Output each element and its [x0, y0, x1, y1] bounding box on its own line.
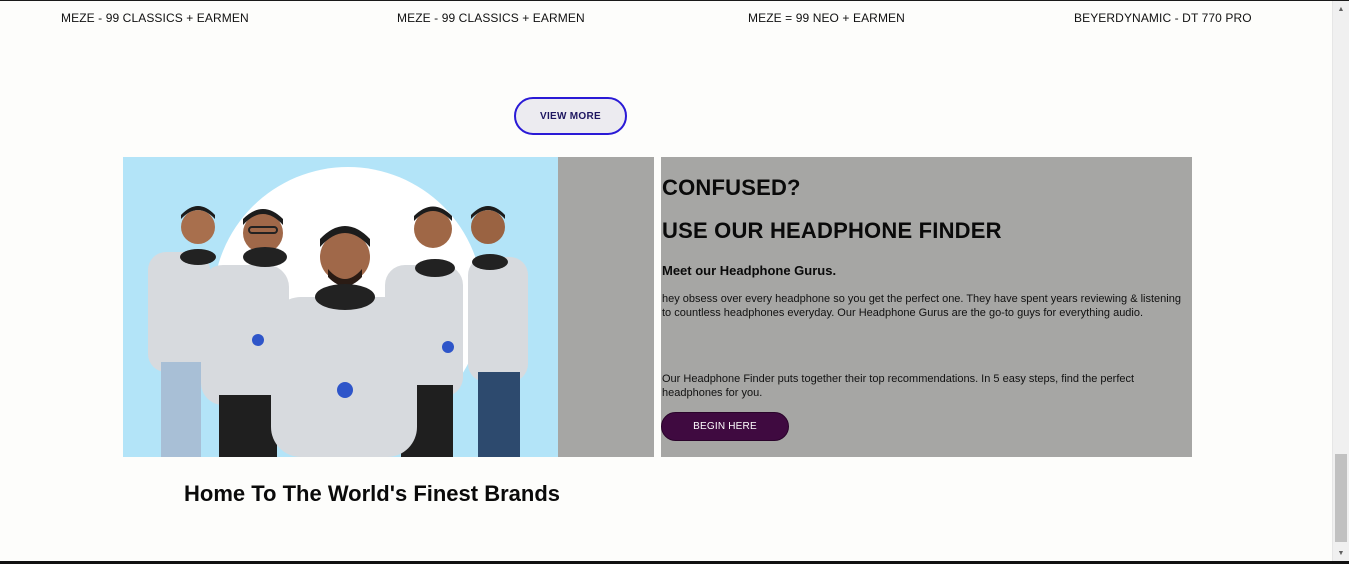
scroll-up-arrow-icon[interactable]: ▲ [1333, 1, 1349, 18]
view-more-button[interactable]: VIEW MORE [514, 97, 627, 135]
headphone-finder-panel: CONFUSED? USE OUR HEADPHONE FINDER Meet … [661, 157, 1192, 457]
headphone-gurus-photo [123, 157, 558, 457]
confused-heading: CONFUSED? [662, 175, 801, 200]
headphone-gurus-image-panel [123, 157, 654, 457]
product-title-4[interactable]: BEYERDYNAMIC - DT 770 PRO [1074, 11, 1252, 25]
product-title-2[interactable]: MEZE - 99 CLASSICS + EARMEN [397, 11, 585, 25]
scroll-down-arrow-icon[interactable]: ▼ [1333, 545, 1349, 562]
product-title-3[interactable]: MEZE = 99 NEO + EARMEN [748, 11, 905, 25]
vertical-scrollbar[interactable]: ▲ ▼ [1332, 1, 1349, 562]
headphone-finder-heading: USE OUR HEADPHONE FINDER [662, 218, 1002, 243]
gurus-description: hey obsess over every headphone so you g… [662, 293, 1181, 319]
finder-description: Our Headphone Finder puts together their… [662, 373, 1135, 399]
brands-heading: Home To The World's Finest Brands [184, 481, 561, 506]
product-title-1[interactable]: MEZE - 99 CLASSICS + EARMEN [61, 11, 249, 25]
scrollbar-thumb[interactable] [1335, 454, 1347, 542]
gurus-title: Meet our Headphone Gurus. [662, 263, 837, 278]
page: MEZE - 99 CLASSICS + EARMEN MEZE - 99 CL… [0, 0, 1349, 564]
begin-here-button[interactable]: BEGIN HERE [661, 412, 789, 441]
